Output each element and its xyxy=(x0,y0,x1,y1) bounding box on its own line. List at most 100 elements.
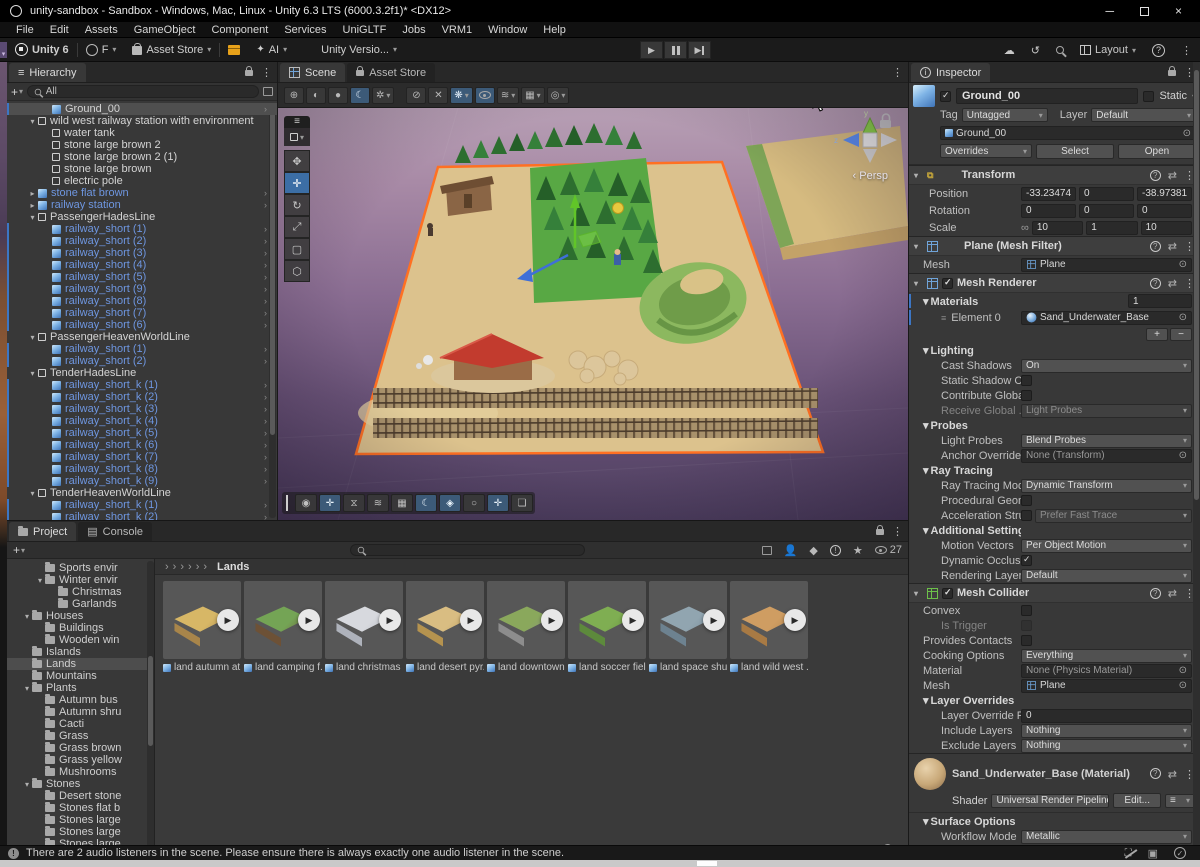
foldout-arrow[interactable]: ▾ xyxy=(27,489,38,498)
grid-visual-icon[interactable]: ▦ xyxy=(391,494,413,512)
foldout-arrow[interactable]: ▾ xyxy=(914,589,923,598)
favorites-icon[interactable]: ★ xyxy=(853,544,863,557)
package-manager-button[interactable] xyxy=(220,45,248,55)
background-tasks-icon[interactable]: ▣ xyxy=(1148,847,1158,860)
position-y-field[interactable]: 0 xyxy=(1079,187,1134,201)
asset-tile[interactable]: ▶land wild west ... xyxy=(730,581,808,673)
project-tree-scrollbar[interactable] xyxy=(147,561,154,860)
help-button[interactable]: ? xyxy=(1152,44,1165,57)
component-enabled-checkbox[interactable] xyxy=(942,588,953,599)
asset-tile[interactable]: ▶land christmas ... xyxy=(325,581,403,673)
search-by-label-icon[interactable]: ◆ xyxy=(809,544,817,557)
probes-foldout[interactable]: ▾Probes xyxy=(909,419,1021,432)
component-enabled-checkbox[interactable] xyxy=(942,278,953,289)
menu-window[interactable]: Window xyxy=(480,24,535,36)
project-folder-item[interactable]: Sports envir xyxy=(7,562,154,574)
move-tool[interactable]: ✛ xyxy=(284,172,310,194)
procedural-geometry-checkbox[interactable] xyxy=(1021,495,1032,506)
project-folder-item[interactable]: Stones large xyxy=(7,826,154,838)
project-folder-item[interactable]: Islands xyxy=(7,646,154,658)
close-button[interactable]: × xyxy=(1175,4,1182,18)
rotate-tool[interactable]: ↻ xyxy=(284,194,310,216)
prefab-chevron-icon[interactable]: › xyxy=(264,104,267,114)
play-overlay-button[interactable]: ▶ xyxy=(703,609,725,631)
hierarchy-item[interactable]: stone large brown 2 xyxy=(7,139,277,151)
prefab-chevron-icon[interactable]: › xyxy=(264,428,267,438)
project-folder-item[interactable]: Grass xyxy=(7,730,154,742)
breadcrumb-chevron-icon[interactable]: › xyxy=(165,561,169,573)
menu-vrm1[interactable]: VRM1 xyxy=(434,24,481,36)
asset-thumbnail[interactable]: ▶ xyxy=(406,581,484,659)
debugger-disabled-icon[interactable]: ⛶ xyxy=(1125,848,1132,859)
foldout-arrow[interactable]: ▾ xyxy=(914,171,923,180)
prefab-chevron-icon[interactable]: › xyxy=(264,404,267,414)
hierarchy-create-button[interactable]: +▾ xyxy=(11,85,23,99)
play-overlay-button[interactable]: ▶ xyxy=(622,609,644,631)
foldout-arrow[interactable]: ▾ xyxy=(27,117,38,126)
project-folder-item[interactable]: Garlands xyxy=(7,598,154,610)
rotation-y-field[interactable]: 0 xyxy=(1079,204,1134,218)
hierarchy-item[interactable]: ▸stone flat brown› xyxy=(7,187,277,199)
breadcrumb-chevron-icon[interactable]: › xyxy=(196,561,200,573)
cooking-options-dropdown[interactable]: Everything▾ xyxy=(1021,649,1192,663)
project-folder-item[interactable]: Desert stone xyxy=(7,790,154,802)
account-button[interactable]: F▾ xyxy=(78,44,125,56)
hierarchy-item[interactable]: railway_short_k (3)› xyxy=(7,403,277,415)
menu-file[interactable]: File xyxy=(8,24,42,36)
hierarchy-item[interactable]: railway_short_k (1)› xyxy=(7,379,277,391)
breadcrumb-chevron-icon[interactable]: › xyxy=(173,561,177,573)
skybox-toggle-icon[interactable]: ☾ xyxy=(350,87,370,104)
menu-edit[interactable]: Edit xyxy=(42,24,77,36)
project-tree-scrollbar-thumb[interactable] xyxy=(148,656,153,746)
move-snap-icon[interactable]: ✛ xyxy=(319,494,341,512)
hierarchy-item[interactable]: stone large brown xyxy=(7,163,277,175)
play-overlay-button[interactable]: ▶ xyxy=(217,609,239,631)
hierarchy-item[interactable]: railway_short_k (1)› xyxy=(7,499,277,511)
presets-icon[interactable]: ⇄ xyxy=(1168,169,1177,182)
shader-options-button[interactable]: ≡▾ xyxy=(1165,794,1195,808)
all-clear-icon[interactable]: ✓ xyxy=(1174,847,1186,859)
hierarchy-item[interactable]: electric pole xyxy=(7,175,277,187)
asset-store-button[interactable]: Asset Store▾ xyxy=(124,44,219,56)
help-icon[interactable]: ? xyxy=(1150,588,1161,599)
camera-view-icon[interactable]: ▦▾ xyxy=(521,87,544,104)
play-overlay-button[interactable]: ▶ xyxy=(541,609,563,631)
menu-gameobject[interactable]: GameObject xyxy=(126,24,204,36)
mesh-object-field[interactable]: Plane⊙ xyxy=(1021,258,1192,272)
gameobject-icon[interactable] xyxy=(913,85,935,107)
static-shadow-caster-checkbox[interactable] xyxy=(1021,375,1032,386)
project-folder-item[interactable]: ▾Stones xyxy=(7,778,154,790)
menu-component[interactable]: Component xyxy=(203,24,276,36)
compass-icon[interactable]: ◉ xyxy=(295,494,317,512)
project-folder-item[interactable]: ▾Houses xyxy=(7,610,154,622)
hierarchy-item[interactable]: railway_short (5)› xyxy=(7,271,277,283)
foldout-arrow[interactable]: ▾ xyxy=(35,576,45,585)
asset-tile[interactable]: ▶land camping f... xyxy=(244,581,322,673)
presets-icon[interactable]: ⇄ xyxy=(1168,768,1177,781)
hierarchy-item[interactable]: railway_short (9)› xyxy=(7,283,277,295)
project-folder-item[interactable]: ▾Winter envir xyxy=(7,574,154,586)
hierarchy-lock-icon[interactable] xyxy=(245,70,253,76)
physics-material-field[interactable]: None (Physics Material)⊙ xyxy=(1021,664,1192,678)
prefab-chevron-icon[interactable]: › xyxy=(264,512,267,520)
version-control-button[interactable]: Unity Versio...▾ xyxy=(313,44,405,56)
search-by-import-icon[interactable]: 👤 xyxy=(784,544,798,557)
breadcrumb-chevron-icon[interactable]: › xyxy=(203,561,207,573)
hierarchy-item[interactable]: ▾TenderHeavenWorldLine xyxy=(7,487,277,499)
project-folder-item[interactable]: Christmas xyxy=(7,586,154,598)
prefab-chevron-icon[interactable]: › xyxy=(264,452,267,462)
breadcrumb-chevron-icon[interactable]: › xyxy=(180,561,184,573)
presets-icon[interactable]: ⇄ xyxy=(1168,240,1177,253)
effects-dropdown-icon[interactable]: ❋▾ xyxy=(450,87,472,104)
hierarchy-item[interactable]: ▸railway station› xyxy=(7,199,277,211)
asset-tile[interactable]: ▶land soccer field xyxy=(568,581,646,673)
layers-dropdown-icon[interactable]: ≋▾ xyxy=(497,87,519,104)
toolbar-kebab-menu[interactable]: ⋮ xyxy=(1181,44,1192,57)
asset-tile[interactable]: ▶land downtown xyxy=(487,581,565,673)
tab-console[interactable]: ▤ Console xyxy=(78,522,152,541)
foldout-arrow[interactable]: ▾ xyxy=(22,780,32,789)
asset-thumbnail[interactable]: ▶ xyxy=(730,581,808,659)
overrides-dropdown[interactable]: Overrides▾ xyxy=(940,144,1032,158)
play-overlay-button[interactable]: ▶ xyxy=(379,609,401,631)
asset-thumbnail[interactable]: ▶ xyxy=(568,581,646,659)
